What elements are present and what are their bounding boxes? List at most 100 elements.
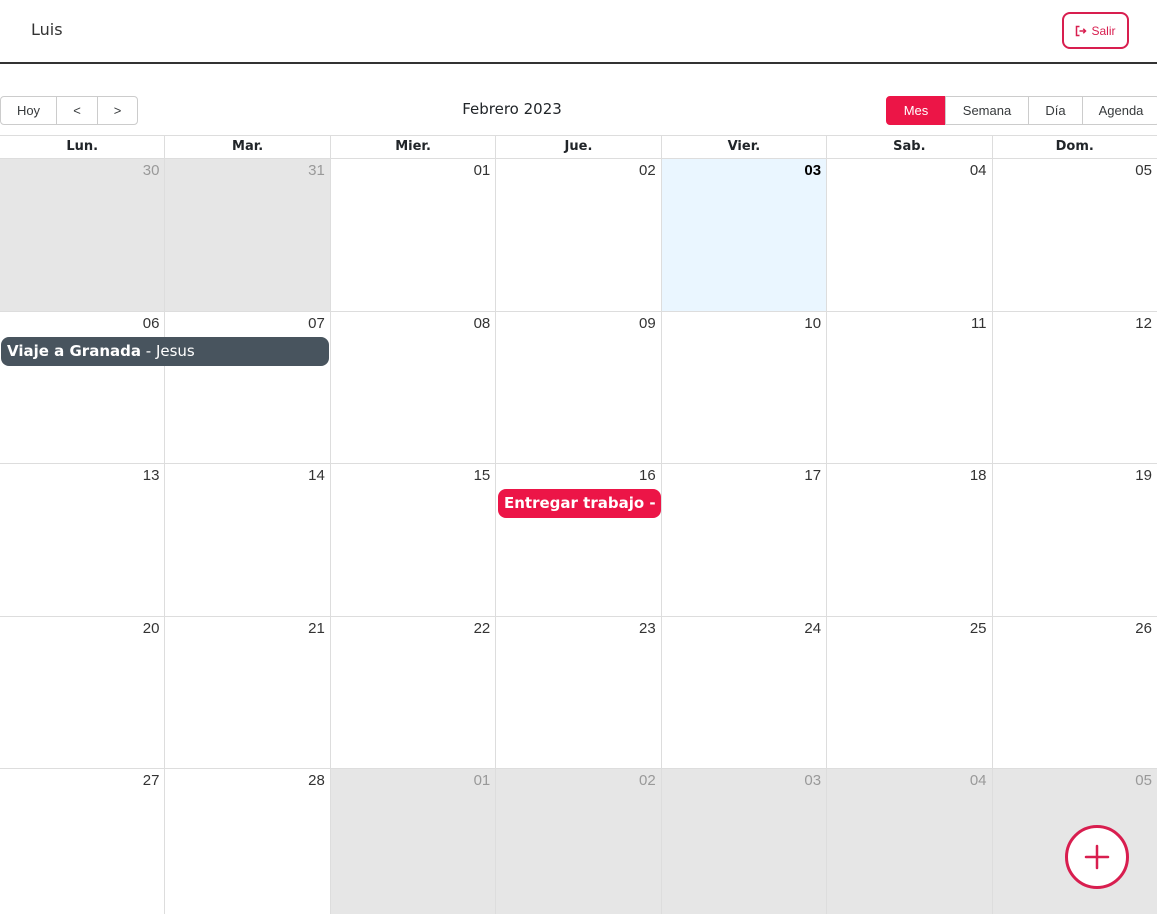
view-day-button[interactable]: Día — [1028, 96, 1083, 125]
day-cell[interactable]: 01 — [329, 159, 495, 311]
day-cell[interactable]: 22 — [329, 616, 495, 769]
day-cell[interactable]: 02 — [495, 769, 661, 914]
user-name: Luis — [31, 20, 63, 39]
day-cell[interactable]: 13 — [0, 464, 164, 616]
date-number[interactable]: 02 — [639, 772, 656, 789]
date-number[interactable]: 12 — [1135, 315, 1152, 332]
event-entregar-trabajo[interactable]: Entregar trabajo - — [498, 489, 661, 519]
day-cell[interactable]: 12 — [991, 311, 1157, 464]
day-cell[interactable]: 02 — [495, 159, 660, 311]
date-number[interactable]: 11 — [971, 315, 987, 332]
date-number[interactable]: 22 — [474, 620, 491, 637]
weekday-header-cell: Jue. — [495, 136, 660, 158]
date-number[interactable]: 03 — [804, 162, 821, 179]
day-cell[interactable]: 27 — [0, 769, 164, 914]
sign-out-icon — [1076, 25, 1088, 36]
date-number[interactable]: 15 — [474, 467, 491, 484]
current-month-label: Febrero 2023 — [462, 100, 562, 118]
day-cell[interactable]: 18 — [826, 464, 991, 616]
navbar: Luis Salir — [0, 0, 1157, 64]
date-number[interactable]: 05 — [1135, 772, 1152, 789]
day-cell[interactable]: 17 — [660, 464, 826, 616]
view-month-button[interactable]: Mes — [886, 96, 946, 125]
view-week-button[interactable]: Semana — [945, 96, 1029, 125]
date-number[interactable]: 31 — [308, 162, 325, 179]
date-number[interactable]: 06 — [143, 315, 160, 332]
date-number[interactable]: 01 — [474, 162, 491, 179]
date-number[interactable]: 21 — [308, 620, 325, 637]
date-number[interactable]: 10 — [804, 315, 821, 332]
day-cell[interactable]: 16 — [495, 464, 660, 616]
date-number[interactable]: 01 — [474, 772, 491, 789]
day-cell[interactable]: 28 — [164, 769, 329, 914]
day-cell[interactable]: 04 — [826, 769, 992, 914]
day-cell[interactable]: 19 — [991, 464, 1157, 616]
day-cell[interactable]: 01 — [329, 769, 496, 914]
week-row: 27 28 01 02 03 04 05 — [0, 769, 1157, 914]
date-number[interactable]: 05 — [1135, 162, 1152, 179]
event-viaje-a-granada[interactable]: Viaje a Granada - Jesus — [1, 336, 329, 366]
day-cell[interactable]: 05 — [991, 159, 1157, 311]
week-row: 20 21 22 23 24 25 26 — [0, 616, 1157, 770]
date-number[interactable]: 19 — [1135, 467, 1152, 484]
day-cell[interactable]: 07 — [164, 311, 329, 464]
logout-button[interactable]: Salir — [1062, 12, 1129, 49]
day-cell[interactable]: 04 — [826, 159, 991, 311]
day-cell[interactable]: 11 — [826, 311, 991, 464]
weekday-header-cell: Mar. — [164, 136, 329, 158]
day-cell[interactable]: 15 — [329, 464, 495, 616]
date-number[interactable]: 07 — [308, 315, 325, 332]
date-number[interactable]: 28 — [308, 772, 325, 789]
today-button[interactable]: Hoy — [0, 96, 57, 125]
date-number[interactable]: 26 — [1135, 620, 1152, 637]
date-number[interactable]: 30 — [143, 162, 160, 179]
day-cell[interactable]: 26 — [991, 616, 1157, 769]
day-cell[interactable]: 06 — [0, 312, 164, 464]
day-cell[interactable]: 31 — [164, 159, 330, 311]
month-view: Lun. Mar. Mier. Jue. Vier. Sab. Dom. 30 … — [0, 135, 1157, 914]
day-cell[interactable]: 14 — [164, 464, 329, 616]
next-button[interactable]: > — [97, 96, 138, 125]
weekday-header-cell: Sab. — [826, 136, 991, 158]
day-cell-today[interactable]: 03 — [660, 159, 827, 311]
week-row: 13 14 15 16 17 18 19 Entregar trabajo - — [0, 464, 1157, 617]
prev-button[interactable]: < — [56, 96, 98, 125]
date-number[interactable]: 20 — [143, 620, 160, 637]
nav-button-group: Hoy < > — [0, 96, 138, 125]
date-number[interactable]: 16 — [639, 467, 656, 484]
weekday-header-cell: Vier. — [660, 136, 826, 158]
day-cell[interactable]: 09 — [495, 311, 660, 464]
day-cell[interactable]: 30 — [0, 159, 165, 311]
view-agenda-button[interactable]: Agenda — [1082, 96, 1157, 125]
date-number[interactable]: 25 — [970, 620, 987, 637]
date-number[interactable]: 04 — [970, 772, 987, 789]
date-number[interactable]: 09 — [639, 315, 656, 332]
date-number[interactable]: 04 — [970, 162, 987, 179]
view-button-group: Mes Semana Día Agenda — [886, 96, 1157, 125]
date-number[interactable]: 24 — [804, 620, 821, 637]
weekday-header-cell: Mier. — [329, 136, 495, 158]
day-cell[interactable]: 25 — [826, 616, 991, 769]
week-row: 06 07 08 09 10 11 12 Viaje a Granada - J… — [0, 311, 1157, 465]
day-cell[interactable]: 08 — [329, 311, 495, 464]
day-cell[interactable]: 23 — [495, 616, 660, 769]
week-row: 30 31 01 02 03 04 05 — [0, 159, 1157, 312]
day-cell[interactable]: 20 — [0, 617, 164, 769]
date-number[interactable]: 23 — [639, 620, 656, 637]
day-cell[interactable]: 24 — [660, 616, 826, 769]
date-number[interactable]: 17 — [804, 467, 821, 484]
add-event-button[interactable] — [1065, 825, 1129, 889]
event-separator: - — [140, 341, 156, 360]
logout-label: Salir — [1091, 23, 1116, 38]
day-cell[interactable]: 10 — [660, 311, 826, 464]
date-number[interactable]: 02 — [639, 162, 656, 179]
date-number[interactable]: 13 — [143, 467, 160, 484]
date-number[interactable]: 08 — [474, 315, 491, 332]
date-number[interactable]: 27 — [143, 772, 160, 789]
date-number[interactable]: 03 — [804, 772, 821, 789]
day-cell[interactable]: 21 — [164, 616, 329, 769]
weekday-header-cell: Lun. — [66, 139, 99, 154]
date-number[interactable]: 14 — [308, 467, 325, 484]
date-number[interactable]: 18 — [970, 467, 987, 484]
day-cell[interactable]: 03 — [660, 769, 827, 914]
